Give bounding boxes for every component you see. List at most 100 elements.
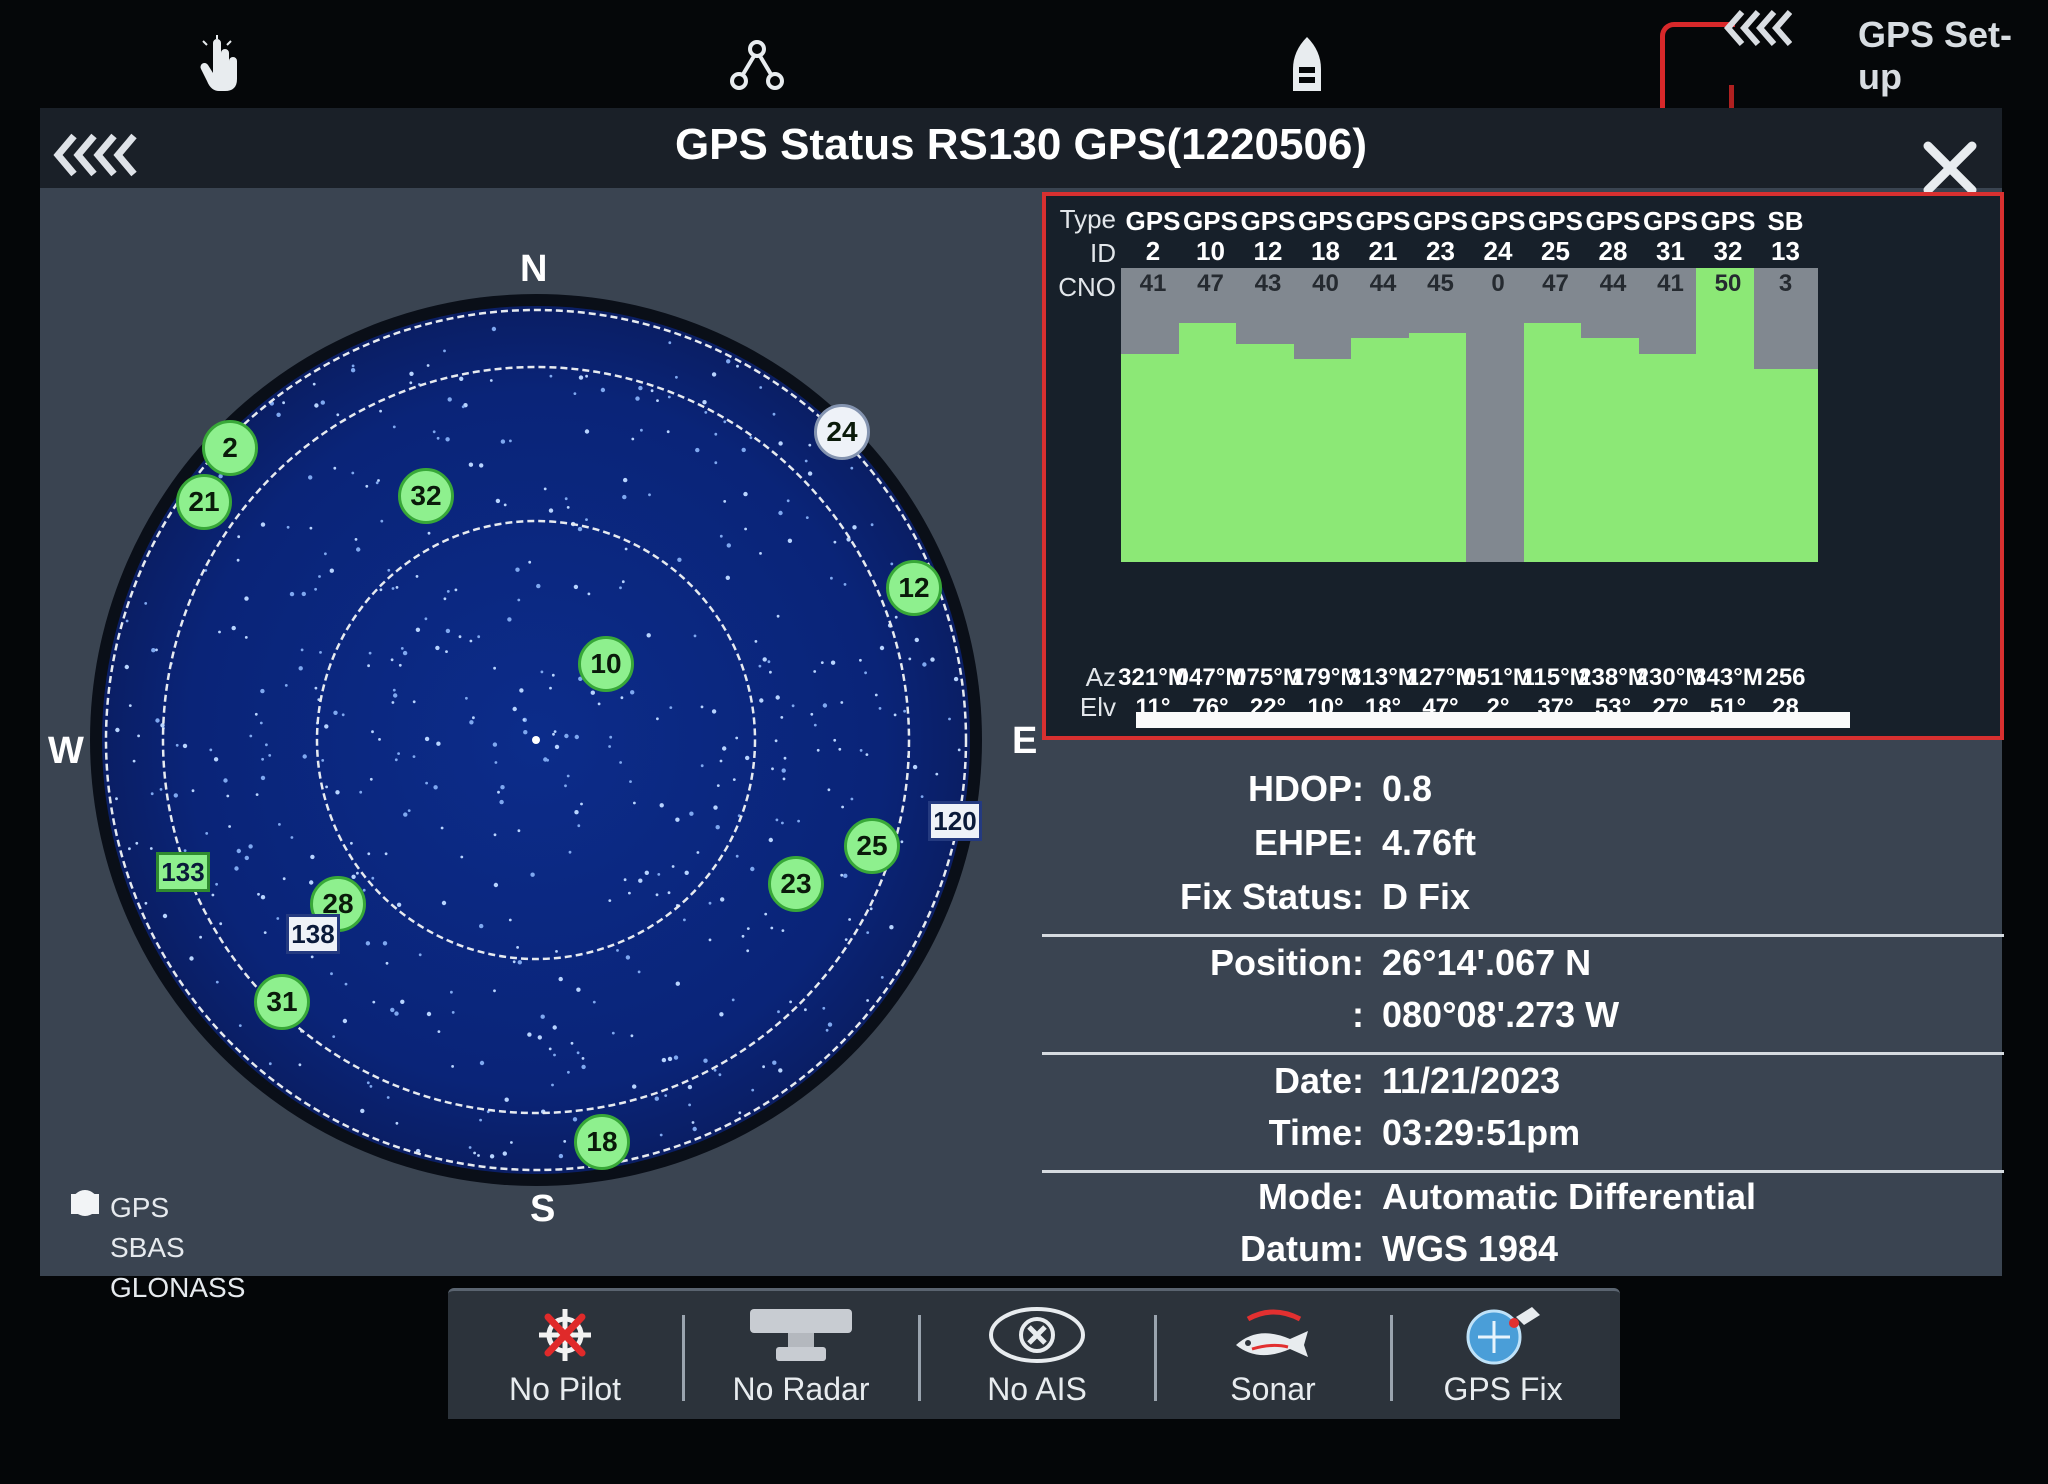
star-dot [435,645,440,651]
fix-status-value: D Fix [1382,876,1471,917]
no-pilot-button[interactable]: No Pilot [448,1291,682,1419]
cno-value: 50 [1714,270,1742,297]
star-dot [386,1096,390,1099]
satellite-sbas[interactable]: 138 [286,914,340,954]
star-dot [433,785,438,790]
star-dot [866,999,869,1002]
star-dot [723,420,727,424]
no-ais-label: No AIS [987,1371,1087,1407]
cno-bar-track: 45 [1408,268,1473,562]
star-dot [631,437,635,441]
star-dot [637,970,641,974]
star-dot [516,946,519,949]
cno-bar-track: 40 [1293,268,1358,562]
star-dot [392,688,396,692]
gps-fix-icon [1386,1303,1620,1367]
star-dot [324,724,329,729]
no-ais-button[interactable]: No AIS [920,1291,1154,1419]
star-dot [789,1000,792,1004]
gps-fix-button[interactable]: GPS Fix [1386,1291,1620,1419]
triple-chevron-left-icon[interactable] [1722,8,1792,48]
star-dot [382,941,388,946]
sonar-button[interactable]: Sonar [1156,1291,1390,1419]
star-dot [922,662,927,667]
star-dot [731,998,735,1002]
cno-bar [1696,268,1760,562]
star-dot [369,777,373,781]
satellite-id: 13 [1771,236,1800,266]
cno-bar-track: 41 [1121,268,1185,562]
star-dot [215,882,219,886]
star-dot [646,633,651,638]
cno-value: 41 [1657,270,1684,297]
star-dot [369,1085,373,1088]
star-dot [772,412,776,416]
satellite-sbas[interactable]: 133 [156,852,210,892]
gps-setup-tab[interactable]: GPS Set-up [1858,14,2048,98]
satellite-gps[interactable]: 24 [814,404,870,460]
star-dot [115,727,120,733]
star-dot [691,1121,695,1124]
star-dot [778,510,783,516]
satellite-gps[interactable]: 12 [886,560,942,616]
star-dot [436,741,441,746]
zenith-dot [532,736,540,744]
star-dot [659,1133,663,1137]
star-dot [320,400,325,405]
waypoint-route-icon[interactable] [722,30,792,100]
star-dot [864,671,867,675]
panel-header: GPS Status RS130 GPS(1220506) [40,108,2002,195]
star-dot [833,540,837,544]
star-dot [778,1068,783,1073]
star-dot [260,775,266,781]
star-dot [677,557,682,562]
compass-south: S [530,1188,556,1230]
star-dot [581,1057,585,1060]
boat-icon[interactable] [1272,30,1342,100]
satellite-gps[interactable]: 31 [254,974,310,1030]
satellite-gps[interactable]: 32 [398,468,454,524]
star-dot [461,405,465,409]
star-dot [624,547,628,551]
star-dot [689,811,694,816]
star-dot [668,341,672,345]
star-dot [128,704,132,707]
chart-scrollbar[interactable] [1136,712,1850,728]
satellite-gps[interactable]: 21 [176,474,232,530]
star-dot [770,926,774,930]
satellite-gps[interactable]: 10 [578,636,634,692]
satellite-gps[interactable]: 23 [768,856,824,912]
star-dot [715,825,720,830]
star-dot [527,1032,532,1037]
close-icon[interactable] [1920,138,1980,198]
satellite-sbas[interactable]: 120 [928,801,982,841]
star-dot [519,688,524,693]
star-dot [716,784,720,787]
satellite-gps[interactable]: 25 [844,818,900,874]
star-dot [656,399,659,402]
star-dot [659,803,664,808]
star-dot [700,705,704,709]
star-dot [577,526,583,532]
touch-icon[interactable] [184,30,254,100]
star-dot [859,658,862,662]
star-dot [213,757,219,762]
star-dot [584,429,590,434]
star-dot [400,999,405,1004]
cno-bar [1236,343,1300,562]
no-radar-button[interactable]: No Radar [684,1291,918,1419]
satellite-gps[interactable]: 18 [574,1114,630,1170]
star-dot [879,645,885,651]
star-dot [781,768,786,773]
star-dot [523,730,528,735]
star-dot [379,409,382,413]
star-dot [774,739,778,743]
star-dot [549,686,552,690]
star-dot [735,854,739,858]
star-dot [398,663,402,667]
sonar-fish-icon [1156,1303,1390,1367]
star-dot [746,927,750,930]
star-dot [443,349,446,353]
star-dot [390,658,394,662]
satellite-gps[interactable]: 2 [202,420,258,476]
